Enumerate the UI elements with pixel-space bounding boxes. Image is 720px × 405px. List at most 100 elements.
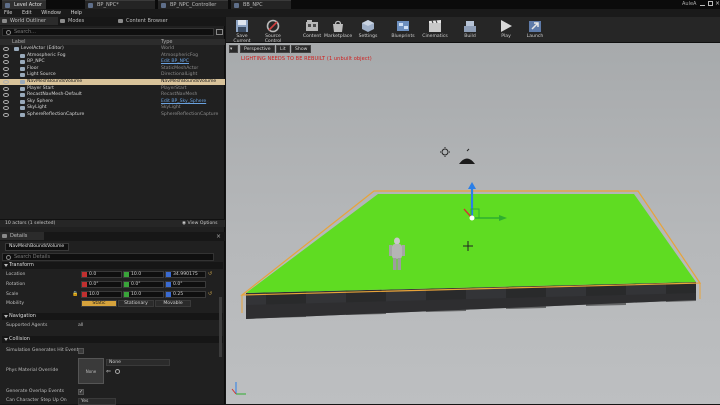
tab-modes[interactable]: Modes [58,17,116,25]
menu-window[interactable]: Window [41,9,61,17]
menu-file[interactable]: File [4,9,12,17]
visibility-eye-icon[interactable] [3,60,9,65]
outliner-row[interactable]: SkyLight SkyLight [0,105,225,111]
build-button[interactable]: Build [460,18,480,42]
blueprints-button[interactable]: Blueprints [389,18,417,42]
section-navigation[interactable]: Navigation [2,313,223,320]
details-search-input[interactable]: Search Details [2,253,214,261]
use-selected-arrow-icon[interactable]: ⇐ [106,369,111,375]
outliner-row[interactable]: LevelActor (Editor) World [0,46,225,52]
search-icon [6,255,11,260]
visibility-eye-icon[interactable] [3,80,9,84]
actor-name-input[interactable]: NavMeshBoundsVolume [5,243,69,251]
visibility-eye-icon[interactable] [3,113,9,117]
details-scrollbar[interactable] [219,297,222,357]
outliner-row[interactable]: SphereReflectionCapture SphereReflectionC… [0,112,225,118]
settings-button[interactable]: Settings [357,18,379,42]
outliner-row-type: NavMeshBoundsVolume [161,79,217,84]
section-transform[interactable]: Transform [2,262,223,269]
view-options-button[interactable]: ◉ View Options [182,220,218,228]
minimize-icon[interactable] [700,1,705,6]
outliner-row-label: Floor [27,65,39,71]
outliner-row[interactable]: Player Start PlayerStart [0,86,225,92]
search-icon [6,30,11,35]
visibility-eye-icon[interactable] [3,73,9,78]
mobility-movable-button[interactable]: Movable [155,300,191,307]
phys-material-dropdown[interactable]: None [106,359,170,366]
details-close-icon[interactable]: × [216,233,221,240]
tab-content-browser[interactable]: Content Browser [116,17,186,25]
edit-blueprint-link[interactable]: Edit BP_Sky_Sphere [161,99,206,105]
y-axis-marker [124,292,129,297]
scale-lock-icon[interactable]: 🔒 [72,291,78,297]
generate-overlap-checkbox[interactable]: ✓ [78,389,84,395]
scale-y-field[interactable]: 10.0 [123,291,164,298]
cinematics-button[interactable]: Cinematics [422,18,448,42]
visibility-eye-icon[interactable] [3,47,9,51]
visibility-eye-icon[interactable] [3,106,9,111]
tab-level-actor[interactable]: Level Actor [2,0,46,9]
outliner-row[interactable]: RecastNavMesh-Default RecastNavMesh [0,92,225,98]
marketplace-icon [333,20,343,32]
save-current-button[interactable]: Save Current [229,18,255,44]
outliner-row[interactable]: BP_NPC Edit BP_NPC [0,59,225,65]
outliner-search-input[interactable]: Search... [2,28,214,36]
outliner-options-icon[interactable] [216,29,223,35]
edit-blueprint-link[interactable]: Edit BP_NPC [161,59,189,65]
location-y-field[interactable]: 10.0 [123,271,164,278]
location-z-field[interactable]: 34.990175 [165,271,206,278]
visibility-eye-icon[interactable] [3,86,9,91]
maximize-icon[interactable] [708,1,713,6]
location-x-field[interactable]: 0.0 [81,271,122,278]
content-button[interactable]: Content [301,18,323,42]
rotation-y-field[interactable]: 0.0° [123,281,164,288]
expand-arrow-icon [4,264,8,267]
gizmo-center[interactable] [469,215,475,221]
source-control-button[interactable]: Source Control [257,18,289,44]
outliner-row[interactable]: Light Source DirectionalLight [0,72,225,78]
tab-bp-npc-controller[interactable]: BP_NPC_Controller [158,0,228,9]
z-axis-marker [166,292,171,297]
axis-indicator [231,382,246,395]
left-panel: World Outliner Modes Content Browser Sea… [0,17,225,405]
level-viewport[interactable]: ▾ Perspective Lit Show LIGHTING NEEDS TO… [226,43,720,404]
mobility-stationary-button[interactable]: Stationary [118,300,154,307]
outliner-row[interactable]: NavMeshBoundsVolume NavMeshBoundsVolume [0,79,225,85]
visibility-eye-icon[interactable] [3,53,9,58]
section-collision[interactable]: Collision [2,336,223,343]
visibility-eye-icon[interactable] [3,93,9,98]
tab-bb-npc[interactable]: BB_NPC [231,0,291,9]
sim-hit-events-checkbox[interactable] [78,348,84,354]
directional-light-icon[interactable] [440,147,450,157]
visibility-eye-icon[interactable] [3,66,9,71]
outliner-row[interactable]: Sky Sphere Edit BP_Sky_Sphere [0,99,225,105]
reset-scale-icon[interactable]: ↺ [208,291,212,297]
scale-x-field[interactable]: 10.0 [81,291,122,298]
tab-world-outliner[interactable]: World Outliner [0,17,58,25]
menu-help[interactable]: Help [71,9,82,17]
launch-button[interactable]: Launch [524,18,546,42]
outliner-row[interactable]: Floor StaticMeshActor [0,66,225,72]
phys-material-thumbnail[interactable]: None [78,358,104,384]
play-button[interactable]: Play [497,18,515,42]
close-icon[interactable]: × [715,0,720,7]
generate-overlap-events-label: Generate Overlap Events [6,389,64,394]
scale-z-field[interactable]: 0.25 [165,291,206,298]
mobility-static-button[interactable]: Static [81,300,117,307]
outliner-row-label: RecastNavMesh-Default [27,92,82,98]
tab-details[interactable]: Details [0,232,44,240]
marketplace-button[interactable]: Marketplace [324,18,352,42]
rotation-x-field[interactable]: 0.0° [81,281,122,288]
outliner-row-type: World [161,46,175,51]
browse-search-icon[interactable] [115,369,120,374]
visibility-eye-icon[interactable] [3,99,9,104]
sky-light-icon[interactable] [459,148,475,164]
rotation-z-field[interactable]: 0.0° [165,281,206,288]
rotation-label: Rotation [6,282,26,287]
outliner-row[interactable]: Atmospheric Fog AtmosphericFog [0,53,225,59]
reset-location-icon[interactable]: ↺ [208,271,212,277]
column-label[interactable]: Label [12,39,26,45]
column-type[interactable]: Type [161,39,172,45]
tab-bp-npc[interactable]: BP_NPC* [85,0,155,9]
menu-edit[interactable]: Edit [22,9,32,17]
